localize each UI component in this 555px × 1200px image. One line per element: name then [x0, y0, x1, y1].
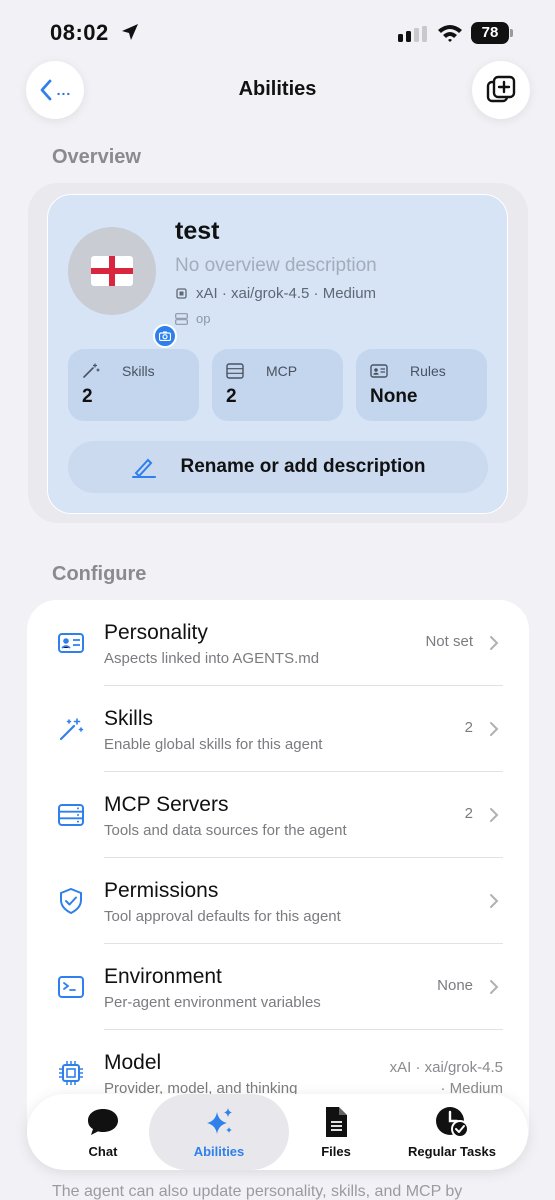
config-row-environment[interactable]: Environment Per-agent environment variab…	[27, 944, 529, 1030]
row-subtitle: Aspects linked into AGENTS.md	[104, 650, 320, 667]
avatar[interactable]	[68, 227, 177, 348]
row-subtitle: Enable global skills for this agent	[104, 736, 323, 753]
row-value: 2	[464, 719, 473, 736]
row-subtitle: Tool approval defaults for this agent	[104, 908, 341, 925]
stat-mcp[interactable]: MCP 2	[212, 349, 343, 421]
magic-wand-icon	[83, 363, 100, 378]
stat-value: 2	[226, 386, 237, 407]
chip-icon	[59, 1061, 83, 1085]
model-value-line1: xAI · xai/grok-4.5	[389, 1059, 503, 1076]
wifi-icon	[438, 25, 462, 42]
id-card-icon	[370, 364, 388, 378]
row-title: Personality	[104, 621, 208, 644]
stat-label: Skills	[122, 363, 155, 379]
clock-check-icon	[436, 1107, 469, 1138]
document-icon	[326, 1107, 347, 1137]
tab-abilities[interactable]: Abilities	[149, 1094, 289, 1170]
chevron-right-icon	[490, 808, 499, 822]
battery-level: 78	[471, 22, 509, 44]
status-time: 08:02	[50, 20, 109, 45]
row-title: Permissions	[104, 879, 219, 902]
row-value: Not set	[425, 633, 473, 650]
location-arrow-icon	[122, 24, 138, 40]
duplicate-plus-icon	[486, 75, 516, 103]
terminal-icon	[58, 976, 84, 998]
row-title: Environment	[104, 965, 222, 988]
overview-section-title: Overview	[52, 146, 141, 168]
tab-chat[interactable]: Chat	[43, 1094, 163, 1170]
row-value: 2	[464, 805, 473, 822]
row-subtitle: Tools and data sources for the agent	[104, 822, 347, 839]
server-icon	[226, 363, 244, 379]
chip-icon	[176, 288, 187, 299]
tab-label: Files	[321, 1144, 351, 1159]
stat-label: Rules	[410, 363, 446, 379]
rename-label: Rename or add description	[180, 456, 426, 477]
config-row-skills[interactable]: Skills Enable global skills for this age…	[27, 686, 529, 772]
battery-icon: 78	[471, 22, 513, 44]
chevron-right-icon	[490, 894, 499, 908]
agent-environment-info: op	[175, 311, 210, 326]
stat-value: 2	[82, 386, 93, 407]
shield-check-icon	[60, 888, 82, 914]
tab-label: Abilities	[193, 1144, 245, 1159]
chat-bubble-icon	[88, 1109, 118, 1135]
tab-label: Regular Tasks	[408, 1144, 496, 1159]
tab-bar: Chat Abilities Files Regular Tasks	[27, 1094, 528, 1170]
agent-model-info: xAI · xai/grok-4.5 · Medium	[175, 285, 376, 302]
stat-rules[interactable]: Rules None	[356, 349, 487, 421]
config-row-permissions[interactable]: Permissions Tool approval defaults for t…	[27, 858, 529, 944]
sparkles-icon	[207, 1108, 232, 1134]
cellular-signal-icon	[398, 26, 427, 42]
overview-card: test No overview description xAI · xai/g…	[47, 194, 508, 514]
pencil-icon	[131, 458, 156, 478]
chevron-right-icon	[490, 722, 499, 736]
row-value: None	[437, 977, 473, 994]
configure-list: Personality Aspects linked into AGENTS.m…	[27, 600, 529, 1160]
row-value: xAI · xai/grok-4.5 · Medium	[390, 1057, 503, 1099]
stat-skills[interactable]: Skills 2	[68, 349, 199, 421]
stat-label: MCP	[266, 363, 298, 379]
config-row-personality[interactable]: Personality Aspects linked into AGENTS.m…	[27, 600, 529, 686]
server-icon	[58, 804, 84, 826]
status-bar: 08:02 78	[0, 0, 555, 66]
stat-value: None	[370, 386, 418, 407]
england-flag-icon	[91, 256, 133, 286]
id-card-icon	[58, 633, 84, 653]
camera-icon	[159, 331, 171, 341]
agent-model-text: xAI · xai/grok-4.5 · Medium	[196, 285, 377, 302]
tab-regular-tasks[interactable]: Regular Tasks	[392, 1094, 512, 1170]
chevron-right-icon	[490, 636, 499, 650]
footer-note: The agent can also update personality, s…	[52, 1183, 463, 1200]
row-title: MCP Servers	[104, 793, 229, 816]
magic-wand-icon	[59, 718, 84, 741]
change-photo-button[interactable]	[153, 324, 177, 348]
new-agent-button[interactable]	[472, 61, 530, 119]
row-title: Model	[104, 1051, 162, 1074]
agent-name: test	[175, 217, 220, 245]
tab-label: Chat	[88, 1144, 118, 1159]
configure-section-title: Configure	[52, 563, 147, 585]
rename-button[interactable]: Rename or add description	[68, 441, 488, 493]
chevron-right-icon	[490, 980, 499, 994]
tab-files[interactable]: Files	[276, 1094, 396, 1170]
agent-description: No overview description	[175, 255, 377, 276]
row-subtitle: Per-agent environment variables	[104, 994, 321, 1011]
agent-environment-text: op	[196, 311, 211, 326]
config-row-mcp-servers[interactable]: MCP Servers Tools and data sources for t…	[27, 772, 529, 858]
row-title: Skills	[104, 707, 154, 730]
server-icon	[175, 312, 188, 325]
